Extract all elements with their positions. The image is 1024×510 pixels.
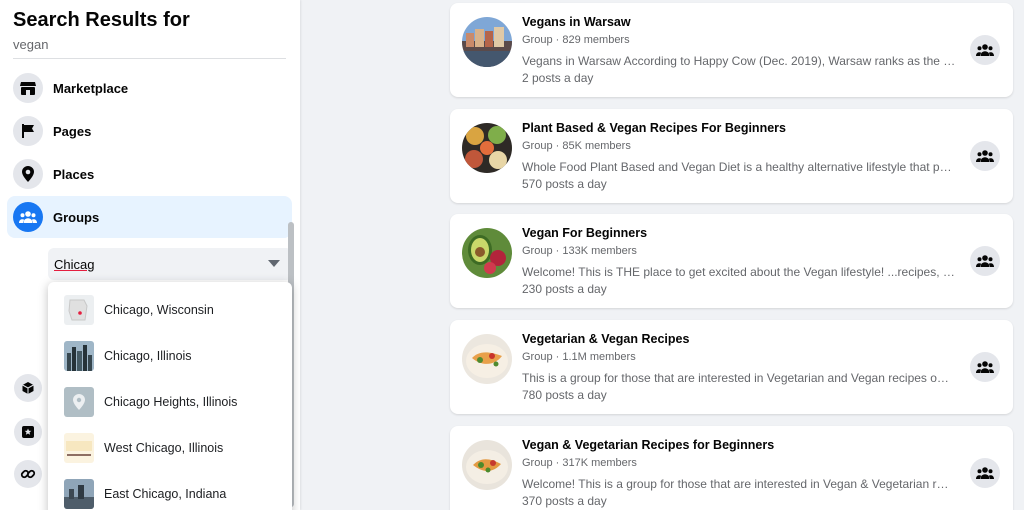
group-name[interactable]: Vegan For Beginners xyxy=(522,226,647,240)
join-group-button[interactable] xyxy=(970,141,1000,171)
group-description: Vegans in Warsaw According to Happy Cow … xyxy=(522,54,956,68)
logo-thumbnail xyxy=(64,433,94,463)
suggestion-label: West Chicago, Illinois xyxy=(104,441,224,455)
location-filter-select[interactable]: Chicag xyxy=(48,248,292,280)
join-group-button[interactable] xyxy=(970,352,1000,382)
search-query-text: vegan xyxy=(13,37,49,52)
sidebar-title: Search Results for xyxy=(13,9,190,31)
group-name[interactable]: Vegetarian & Vegan Recipes xyxy=(522,332,689,346)
filter-label: Marketplace xyxy=(53,80,129,96)
filter-pages[interactable]: Pages xyxy=(7,110,292,152)
group-activity: 780 posts a day xyxy=(522,388,607,402)
search-filters-sidebar: Search Results for vegan Marketplace Pag… xyxy=(0,0,300,510)
group-avatar[interactable] xyxy=(462,334,512,384)
filter-places[interactable]: Places xyxy=(7,153,292,195)
filter-label: Groups xyxy=(53,209,100,225)
dropdown-arrow-icon[interactable] xyxy=(268,260,280,267)
group-description: Welcome! This is a group for those that … xyxy=(522,477,949,491)
filter-label: Pages xyxy=(53,123,92,139)
suggestion-item[interactable]: West Chicago, Illinois xyxy=(48,426,292,470)
filter-groups[interactable]: Groups xyxy=(7,196,292,238)
group-activity: 2 posts a day xyxy=(522,71,594,85)
join-group-button[interactable] xyxy=(970,458,1000,488)
group-result-card[interactable]: Vegan & Vegetarian Recipes for Beginners… xyxy=(450,426,1013,510)
group-avatar[interactable] xyxy=(462,123,512,173)
suggestion-label: Chicago, Illinois xyxy=(104,349,192,363)
suggestion-label: East Chicago, Indiana xyxy=(104,487,227,501)
city-photo-thumbnail xyxy=(64,479,94,509)
marketplace-icon xyxy=(13,73,43,103)
group-result-card[interactable]: Vegan For Beginners Group · 133K members… xyxy=(450,214,1013,308)
location-pin-icon xyxy=(13,159,43,189)
location-pin-thumbnail xyxy=(64,387,94,417)
group-avatar[interactable] xyxy=(462,440,512,490)
group-activity: 230 posts a day xyxy=(522,282,607,296)
group-meta: Group · 1.1M members xyxy=(522,351,636,363)
group-name[interactable]: Plant Based & Vegan Recipes For Beginner… xyxy=(522,121,786,135)
city-skyline-thumbnail xyxy=(64,341,94,371)
group-result-card[interactable]: Plant Based & Vegan Recipes For Beginner… xyxy=(450,109,1013,203)
link-icon[interactable] xyxy=(14,460,42,488)
group-meta: Group · 85K members xyxy=(522,140,631,152)
groups-icon xyxy=(976,361,994,373)
join-group-button[interactable] xyxy=(970,246,1000,276)
group-activity: 370 posts a day xyxy=(522,494,607,508)
filter-marketplace[interactable]: Marketplace xyxy=(7,67,292,109)
suggestion-item[interactable]: Chicago, Wisconsin xyxy=(48,288,292,332)
join-group-button[interactable] xyxy=(970,35,1000,65)
groups-icon xyxy=(976,44,994,56)
group-activity: 570 posts a day xyxy=(522,177,607,191)
flag-icon xyxy=(13,116,43,146)
group-meta: Group · 133K members xyxy=(522,245,637,257)
sidebar-divider xyxy=(13,58,286,59)
group-avatar[interactable] xyxy=(462,17,512,67)
suggestion-item[interactable]: Chicago, Illinois xyxy=(48,334,292,378)
suggestion-label: Chicago, Wisconsin xyxy=(104,303,214,317)
group-avatar[interactable] xyxy=(462,228,512,278)
group-name[interactable]: Vegan & Vegetarian Recipes for Beginners xyxy=(522,438,774,452)
suggestion-label: Chicago Heights, Illinois xyxy=(104,395,238,409)
suggestion-item[interactable]: East Chicago, Indiana xyxy=(48,472,292,510)
group-meta: Group · 829 members xyxy=(522,34,630,46)
filter-label: Places xyxy=(53,166,95,182)
group-meta: Group · 317K members xyxy=(522,457,637,469)
suggestion-item[interactable]: Chicago Heights, Illinois xyxy=(48,380,292,424)
cube-icon[interactable] xyxy=(14,374,42,402)
group-result-card[interactable]: Vegans in Warsaw Group · 829 members Veg… xyxy=(450,3,1013,97)
group-name[interactable]: Vegans in Warsaw xyxy=(522,15,631,29)
groups-icon xyxy=(13,202,43,232)
group-description: This is a group for those that are inter… xyxy=(522,371,949,385)
location-suggestions-dropdown: Chicago, Wisconsin Chicago, Illinois Chi… xyxy=(48,282,292,510)
map-thumbnail-icon xyxy=(64,295,94,325)
group-description: Welcome! This is THE place to get excite… xyxy=(522,265,955,279)
group-result-card[interactable]: Vegetarian & Vegan Recipes Group · 1.1M … xyxy=(450,320,1013,414)
group-description: Whole Food Plant Based and Vegan Diet is… xyxy=(522,160,952,174)
star-box-icon[interactable] xyxy=(14,418,42,446)
groups-icon xyxy=(976,150,994,162)
groups-icon xyxy=(976,467,994,479)
location-input-value[interactable]: Chicag xyxy=(54,257,94,272)
groups-icon xyxy=(976,255,994,267)
